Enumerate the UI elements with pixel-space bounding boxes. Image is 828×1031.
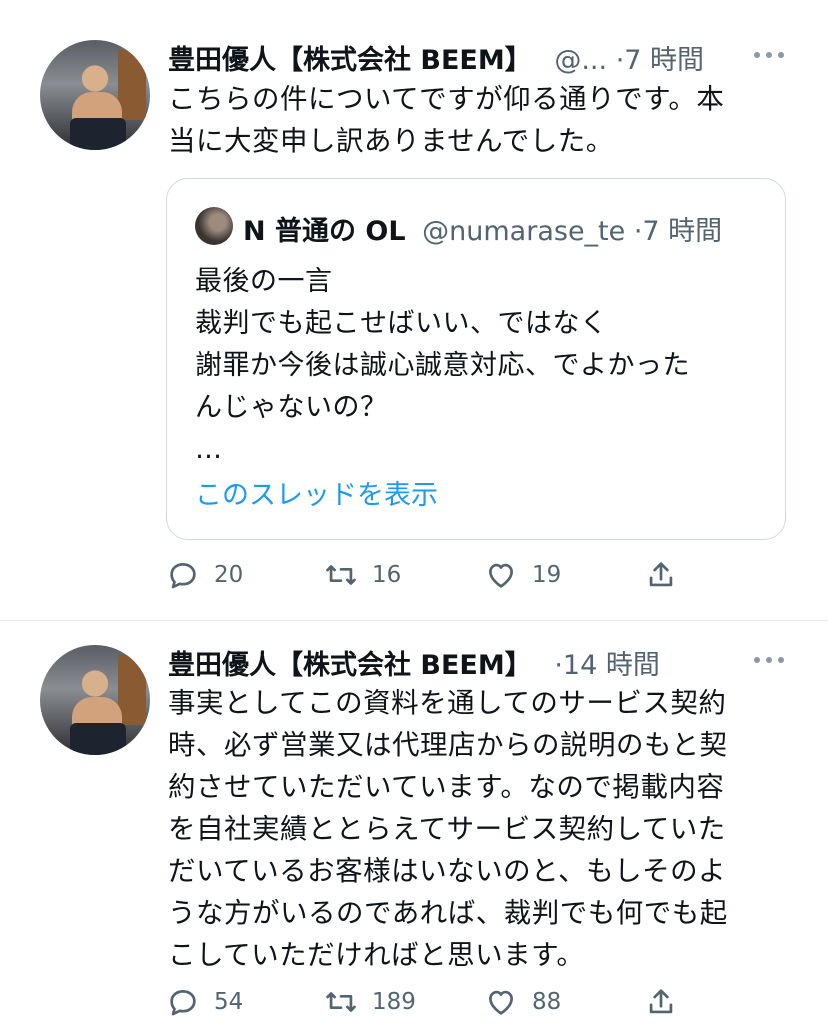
retweet-count: 189 [372, 989, 416, 1015]
reply-button[interactable]: 20 [166, 558, 243, 592]
tweet-header: 豊田優人【株式会社 BEEM】 @... ·7 時間 [168, 38, 704, 77]
author-name[interactable]: 豊田優人【株式会社 BEEM】 [168, 650, 532, 681]
tweet-time[interactable]: ·7 時間 [616, 45, 704, 76]
tweet-time[interactable]: ·14 時間 [554, 650, 660, 681]
share-icon [649, 989, 673, 1014]
retweet-icon [326, 565, 356, 585]
tweet-actions: 20 16 19 [166, 558, 686, 598]
reply-button[interactable]: 54 [166, 985, 243, 1019]
tweet-text: こちらの件についてですが仰る通りです。本 当に大変申し訳ありませんでした。 [168, 83, 725, 157]
retweet-button[interactable]: 189 [324, 985, 416, 1019]
more-icon[interactable] [754, 50, 784, 60]
like-count: 88 [532, 989, 562, 1015]
like-button[interactable]: 88 [484, 985, 561, 1019]
reply-count: 20 [214, 562, 244, 588]
like-button[interactable]: 19 [484, 558, 561, 592]
quoted-tweet[interactable]: N 普通の OL @numarase_te ·7 時間 最後の一言 裁判でも起こ… [166, 178, 786, 540]
avatar-image-detail [70, 723, 126, 755]
reply-icon [170, 990, 196, 1016]
tweet-header: 豊田優人【株式会社 BEEM】 ·14 時間 [168, 643, 660, 682]
quoted-author-handle: @numarase_te [422, 216, 626, 247]
reply-count: 54 [214, 989, 244, 1015]
retweet-count: 16 [372, 562, 402, 588]
like-count: 19 [532, 562, 562, 588]
quoted-tweet-time: ·7 時間 [633, 216, 723, 247]
avatar-image-detail [118, 50, 146, 120]
author-name[interactable]: 豊田優人【株式会社 BEEM】 [168, 45, 532, 76]
reply-icon [170, 563, 196, 589]
author-avatar[interactable] [40, 645, 150, 755]
tweet-divider [0, 620, 828, 621]
share-button[interactable] [644, 558, 692, 592]
show-thread-link[interactable]: このスレッドを表示 [195, 473, 438, 512]
quoted-author-avatar [195, 207, 233, 245]
quoted-tweet-header: N 普通の OL @numarase_te ·7 時間 [243, 209, 722, 248]
tweet-actions: 54 189 88 [166, 985, 686, 1025]
author-handle[interactable]: @... [554, 45, 607, 76]
retweet-icon [326, 992, 356, 1012]
share-button[interactable] [644, 985, 692, 1019]
avatar-image-detail [70, 118, 126, 150]
author-avatar[interactable] [40, 40, 150, 150]
retweet-button[interactable]: 16 [324, 558, 401, 592]
avatar-image-detail [118, 655, 146, 725]
share-icon [649, 562, 673, 587]
tweet-text: 事実としてこの資料を通してのサービス契約 時、必ず営業又は代理店からの説明のもと… [168, 687, 728, 971]
more-icon[interactable] [754, 655, 784, 665]
quoted-tweet-text: 最後の一言 裁判でも起こせばいい、ではなく 謝罪か今後は誠心誠意対応、でよかった… [195, 266, 690, 465]
heart-icon [489, 990, 513, 1015]
quoted-author-name: N 普通の OL [243, 216, 406, 247]
heart-icon [489, 563, 513, 588]
